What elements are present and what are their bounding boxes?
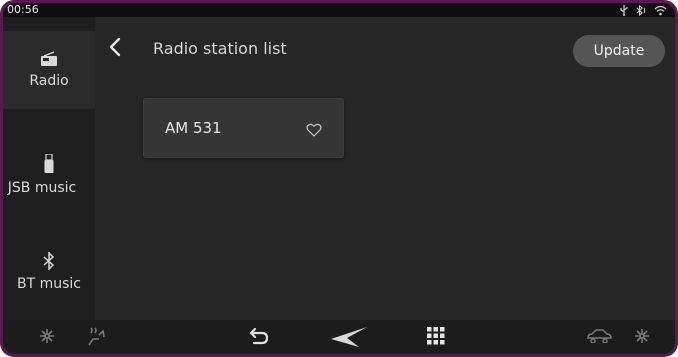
heart-outline-icon[interactable] — [306, 122, 322, 141]
sidebar-item-usb-music[interactable]: JSB music — [3, 136, 95, 214]
sidebar-item-bt-music[interactable]: BT music — [3, 233, 95, 311]
seat-heat-icon[interactable] — [85, 327, 107, 347]
wifi-icon — [654, 5, 667, 16]
sidebar-item-radio[interactable]: Radio — [3, 31, 95, 109]
fan-icon[interactable] — [38, 327, 56, 345]
station-item[interactable]: AM 531 — [143, 98, 344, 158]
usb-stick-icon — [44, 154, 54, 174]
device-frame: 00:56 Radio JSB music BT music Radio sta… — [0, 0, 678, 357]
sidebar: Radio JSB music BT music — [3, 17, 95, 320]
sidebar-item-label: BT music — [17, 276, 81, 292]
sidebar-item-label: Radio — [29, 73, 69, 89]
car-icon[interactable] — [586, 327, 612, 343]
status-bar: 00:56 — [3, 3, 675, 17]
screen: 00:56 Radio JSB music BT music Radio sta… — [3, 3, 675, 354]
status-icons — [620, 4, 667, 16]
radio-icon — [40, 51, 58, 67]
clock: 00:56 — [7, 3, 39, 16]
usb-icon — [620, 4, 628, 16]
bottom-bar — [3, 320, 675, 354]
bluetooth-icon — [43, 252, 55, 270]
return-icon[interactable] — [249, 327, 269, 345]
chevron-left-icon[interactable] — [105, 35, 125, 59]
page-title: Radio station list — [153, 39, 287, 58]
apps-grid-icon[interactable] — [427, 327, 445, 345]
bluetooth-icon — [635, 4, 647, 16]
fan-icon[interactable] — [633, 327, 651, 345]
header: Radio station list Update — [95, 17, 675, 73]
update-button[interactable]: Update — [573, 35, 665, 67]
nav-arrow-icon[interactable] — [329, 325, 369, 349]
sidebar-item-label: JSB music — [7, 180, 77, 196]
station-name: AM 531 — [165, 119, 222, 137]
